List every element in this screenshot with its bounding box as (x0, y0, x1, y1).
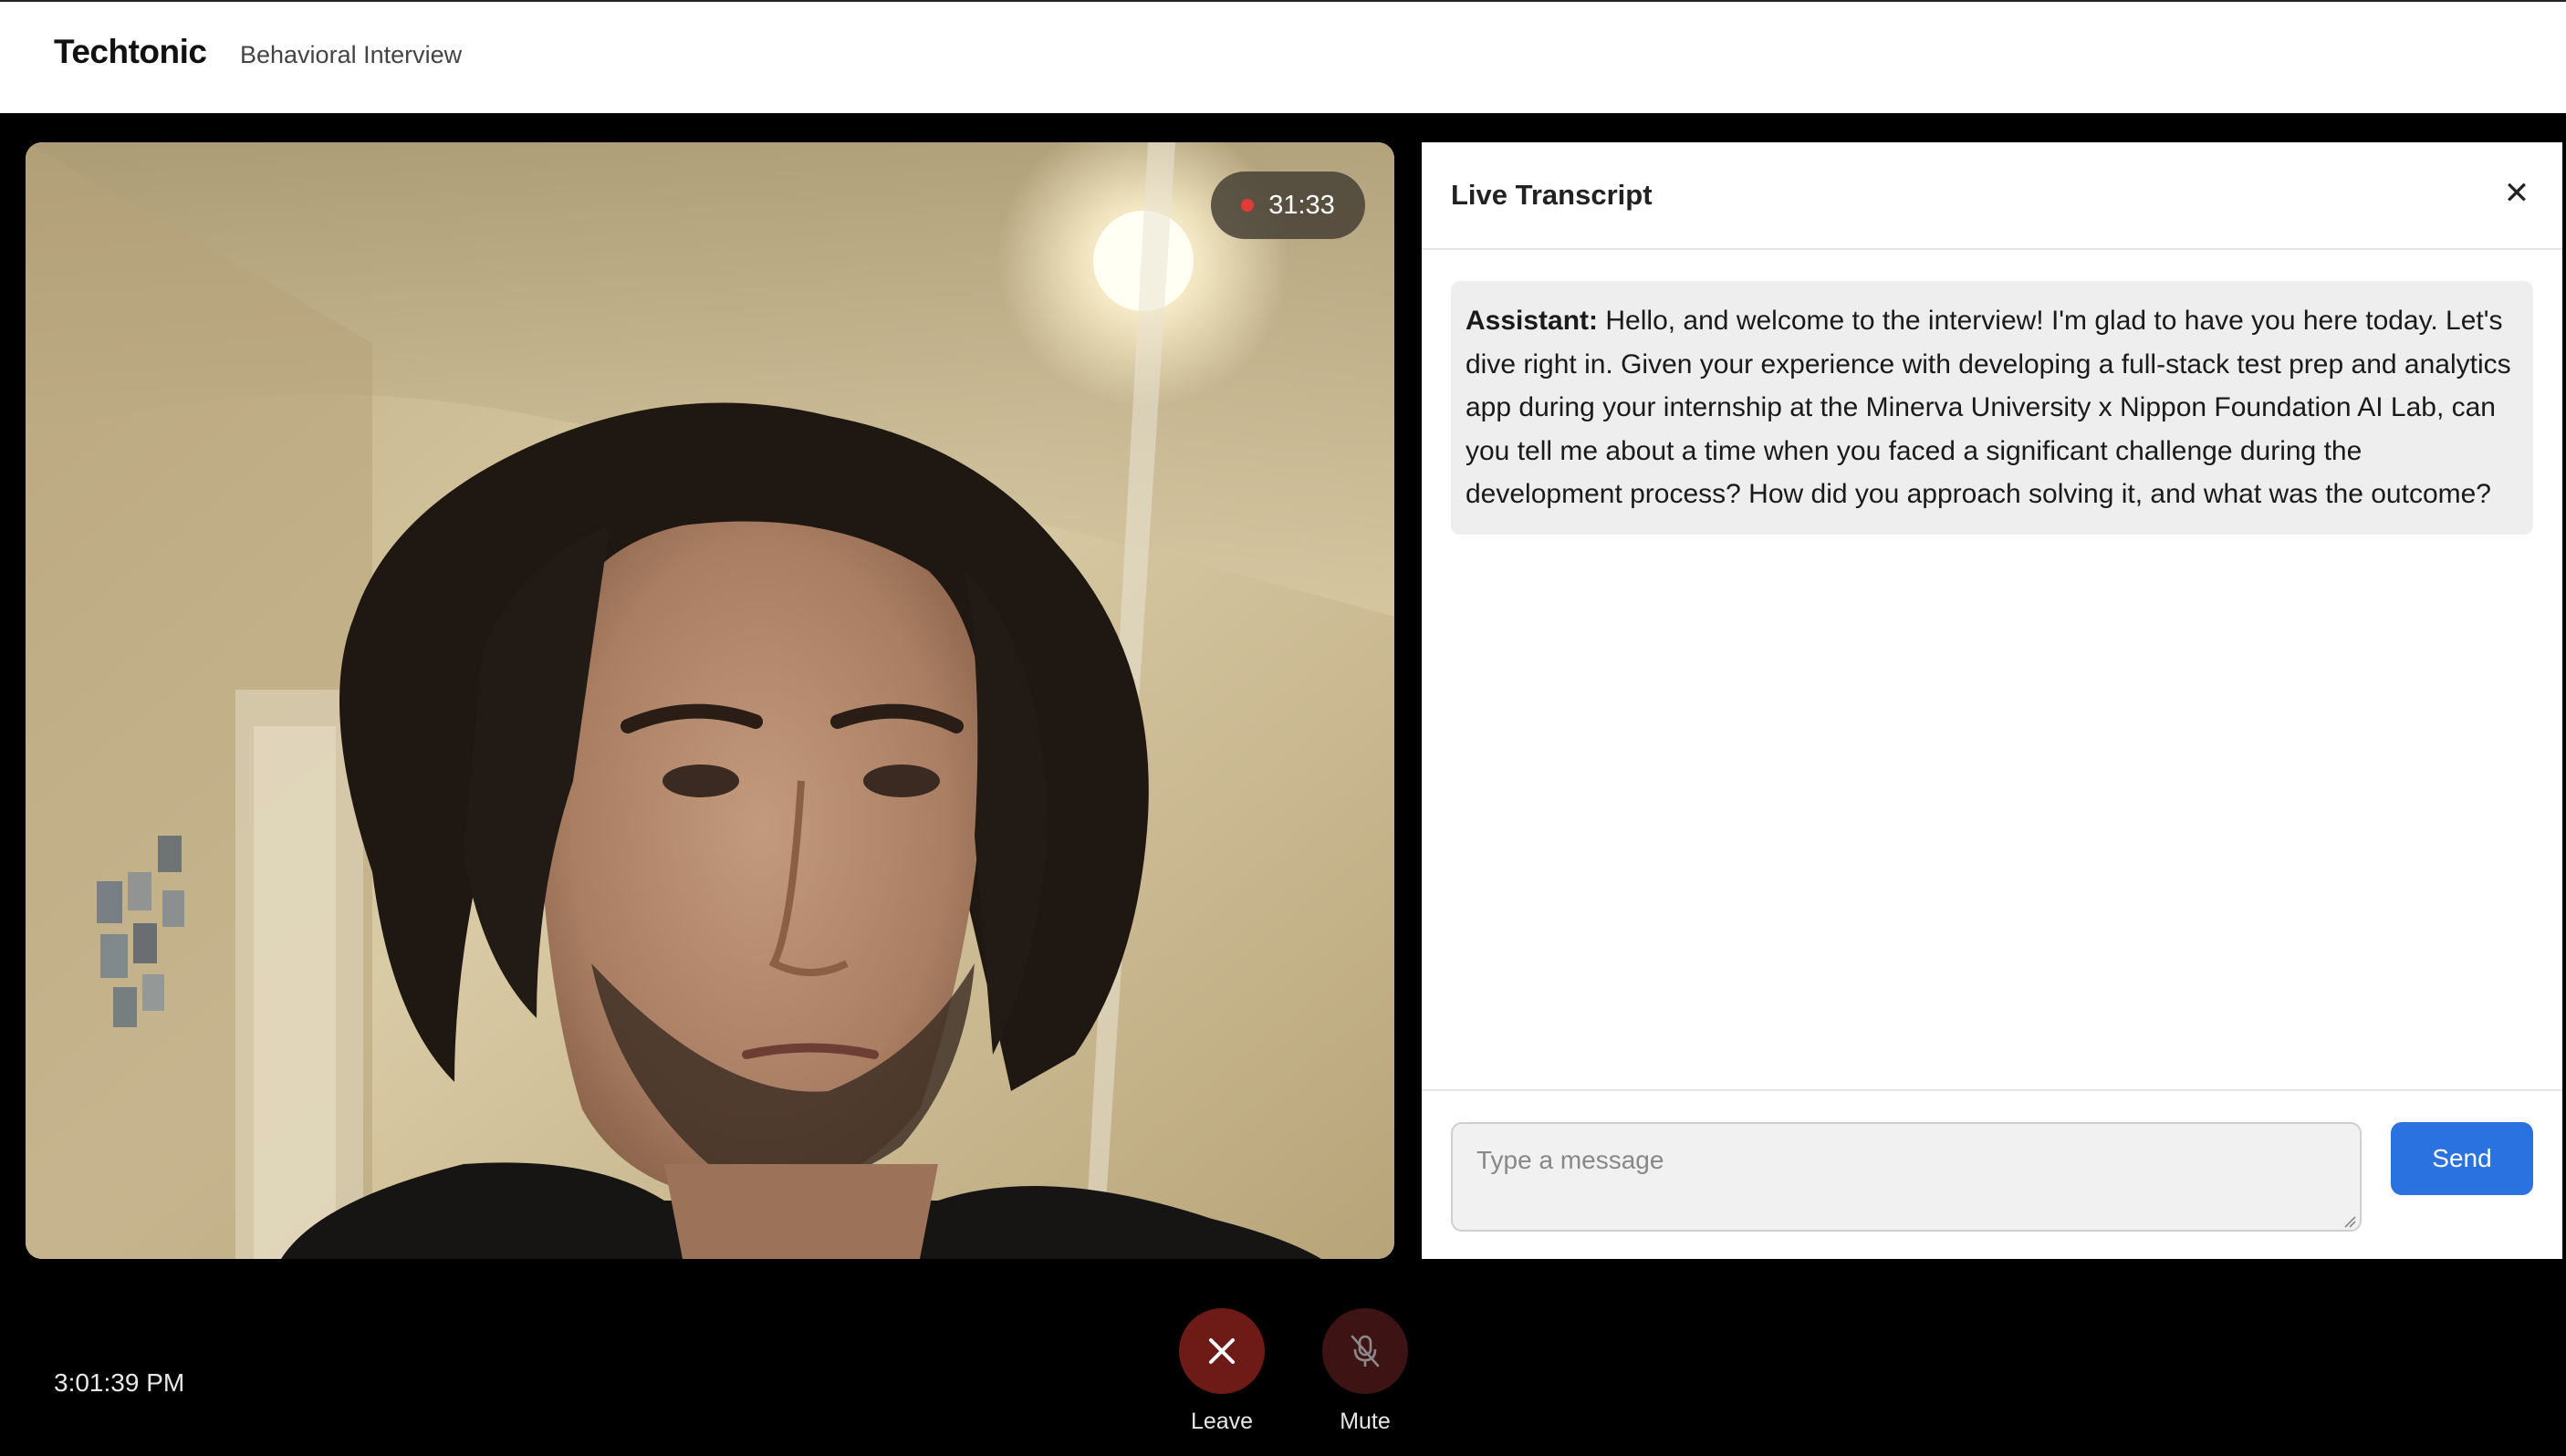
transcript-message: Assistant: Hello, and welcome to the int… (1451, 281, 2533, 535)
leave-control: Leave (1178, 1308, 1266, 1435)
recording-timer: 31:33 (1211, 172, 1365, 239)
mute-control: Mute (1321, 1308, 1409, 1435)
mute-button[interactable] (1322, 1308, 1408, 1394)
message-composer: Send (1422, 1089, 2562, 1259)
message-text: Hello, and welcome to the interview! I'm… (1466, 306, 2511, 509)
elapsed-time: 31:33 (1268, 190, 1335, 220)
mic-off-icon (1351, 1335, 1380, 1368)
leave-button[interactable] (1179, 1308, 1265, 1394)
leave-label: Leave (1190, 1409, 1254, 1434)
top-bar: Techtonic Behavioral Interview (0, 0, 2566, 113)
close-icon[interactable]: ✕ (2498, 175, 2535, 212)
transcript-panel: Live Transcript ✕ Assistant: Hello, and … (1422, 142, 2562, 1259)
message-speaker: Assistant: (1466, 306, 1599, 336)
interview-page: Techtonic Behavioral Interview 31:33 Liv… (0, 0, 2566, 1456)
recording-dot-icon (1241, 199, 1255, 212)
brand-logo[interactable]: Techtonic (54, 33, 207, 71)
video-feed (26, 142, 1394, 1259)
close-icon (1209, 1338, 1235, 1364)
resize-grip-icon[interactable] (2343, 1215, 2356, 1228)
current-time: 3:01:39 PM (54, 1368, 185, 1397)
transcript-header: Live Transcript ✕ (1422, 142, 2562, 250)
page-subtitle: Behavioral Interview (240, 41, 463, 68)
transcript-title: Live Transcript (1451, 179, 1653, 211)
camera-image (26, 142, 1394, 1259)
message-input[interactable] (1451, 1122, 2362, 1232)
send-button[interactable]: Send (2391, 1122, 2533, 1195)
mute-label: Mute (1340, 1409, 1391, 1434)
